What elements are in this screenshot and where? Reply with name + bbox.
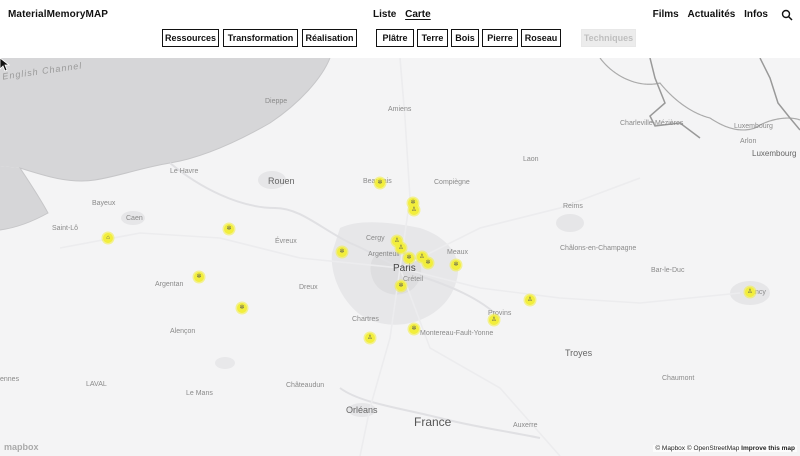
label-reims: Reims (563, 203, 583, 210)
map-marker[interactable]: ✲ (423, 258, 433, 268)
label-chartres: Chartres (352, 316, 379, 323)
filter-transformation[interactable]: Transformation (223, 29, 298, 47)
map-marker[interactable]: ⌂ (103, 233, 113, 243)
label-luxembourg: Luxembourg (734, 123, 773, 130)
map-attribution: © Mapbox © OpenStreetMap Improve this ma… (653, 445, 797, 452)
label-dreux: Dreux (299, 284, 318, 291)
map-marker[interactable]: ✲ (375, 178, 385, 188)
label-orleans: Orléans (346, 405, 378, 415)
label-saint-lo: Saint-Lô (52, 225, 79, 232)
label-amiens: Amiens (388, 106, 412, 113)
map-marker[interactable]: ♙ (525, 295, 535, 305)
map-marker[interactable]: ✲ (337, 247, 347, 257)
map-marker[interactable]: ✲ (409, 324, 419, 334)
label-montereau: Montereau-Fault-Yonne (420, 330, 494, 337)
label-cergy: Cergy (366, 235, 385, 242)
map-marker[interactable]: ✲ (404, 253, 414, 263)
view-list-link[interactable]: Liste (373, 9, 396, 20)
map-marker[interactable]: ♙ (489, 315, 499, 325)
map-marker[interactable]: ✲ (194, 272, 204, 282)
filter-pierre[interactable]: Pierre (482, 29, 518, 47)
label-chalons: Châlons-en-Champagne (560, 245, 637, 252)
label-paris: Paris (393, 263, 416, 274)
label-luxembourg-city: Luxembourg (752, 149, 797, 158)
label-arlon: Arlon (740, 138, 757, 145)
mapbox-logo[interactable]: mapbox (4, 442, 39, 452)
main-nav: Films Actualités Infos (647, 9, 768, 20)
label-bar-le-duc: Bar-le-Duc (651, 267, 685, 274)
filter-techniques[interactable]: Techniques (581, 29, 636, 47)
map-canvas[interactable]: English Channel Dieppe Amiens Le Havre R… (0, 58, 800, 456)
label-france: France (414, 415, 452, 429)
map-marker[interactable]: ♙ (409, 205, 419, 215)
map-marker[interactable]: ♙ (745, 287, 755, 297)
map-marker[interactable]: ✲ (237, 303, 247, 313)
mouse-cursor-icon (0, 58, 10, 72)
filter-roseau[interactable]: Roseau (521, 29, 561, 47)
label-argentan: Argentan (155, 281, 184, 288)
label-laon: Laon (523, 156, 539, 163)
label-chaumont: Chaumont (662, 375, 695, 382)
label-chateaudun: Châteaudun (286, 382, 325, 389)
nav-infos[interactable]: Infos (744, 9, 768, 20)
filter-platre[interactable]: Plâtre (376, 29, 414, 47)
label-argenteuil: Argenteuil (368, 251, 400, 258)
label-compiegne: Compiègne (434, 179, 470, 186)
label-rouen: Rouen (268, 176, 295, 186)
label-caen: Caen (126, 215, 143, 222)
filter-ressources[interactable]: Ressources (162, 29, 219, 47)
map-marker[interactable]: ✲ (451, 260, 461, 270)
site-logo[interactable]: MaterialMemoryMAP (8, 9, 108, 20)
label-troyes: Troyes (565, 348, 593, 358)
label-le-havre: Le Havre (170, 168, 199, 175)
map-marker[interactable]: ✲ (396, 281, 406, 291)
view-map-link[interactable]: Carte (405, 9, 431, 20)
label-dieppe: Dieppe (265, 98, 288, 105)
attribution-mapbox[interactable]: © Mapbox (655, 445, 685, 452)
attribution-osm[interactable]: © OpenStreetMap (687, 445, 739, 452)
label-bayeux: Bayeux (92, 200, 116, 207)
view-switch: Liste Carte (373, 9, 437, 20)
map-marker[interactable]: ✲ (224, 224, 234, 234)
search-icon[interactable] (781, 9, 793, 21)
label-auxerre: Auxerre (513, 422, 538, 429)
label-rennes: ennes (0, 376, 20, 383)
filter-bois[interactable]: Bois (451, 29, 479, 47)
label-laval: LAVAL (86, 381, 107, 388)
label-evreux: Évreux (275, 238, 297, 245)
label-alencon: Alençon (170, 328, 196, 335)
label-creteil: Créteil (403, 276, 424, 283)
label-meaux: Meaux (447, 249, 469, 256)
top-bar: MaterialMemoryMAP Liste Carte Films Actu… (0, 0, 800, 58)
nav-films[interactable]: Films (653, 9, 679, 20)
filter-terre[interactable]: Terre (417, 29, 448, 47)
filter-realisation[interactable]: Réalisation (302, 29, 357, 47)
label-charleville: Charleville-Mézières (620, 120, 684, 127)
map-marker[interactable]: ♙ (365, 333, 375, 343)
map-marker[interactable]: ♙ (396, 243, 406, 253)
label-le-mans: Le Mans (186, 390, 213, 397)
nav-actualites[interactable]: Actualités (688, 9, 736, 20)
improve-map-link[interactable]: Improve this map (741, 445, 795, 452)
map-basemap (0, 58, 800, 456)
